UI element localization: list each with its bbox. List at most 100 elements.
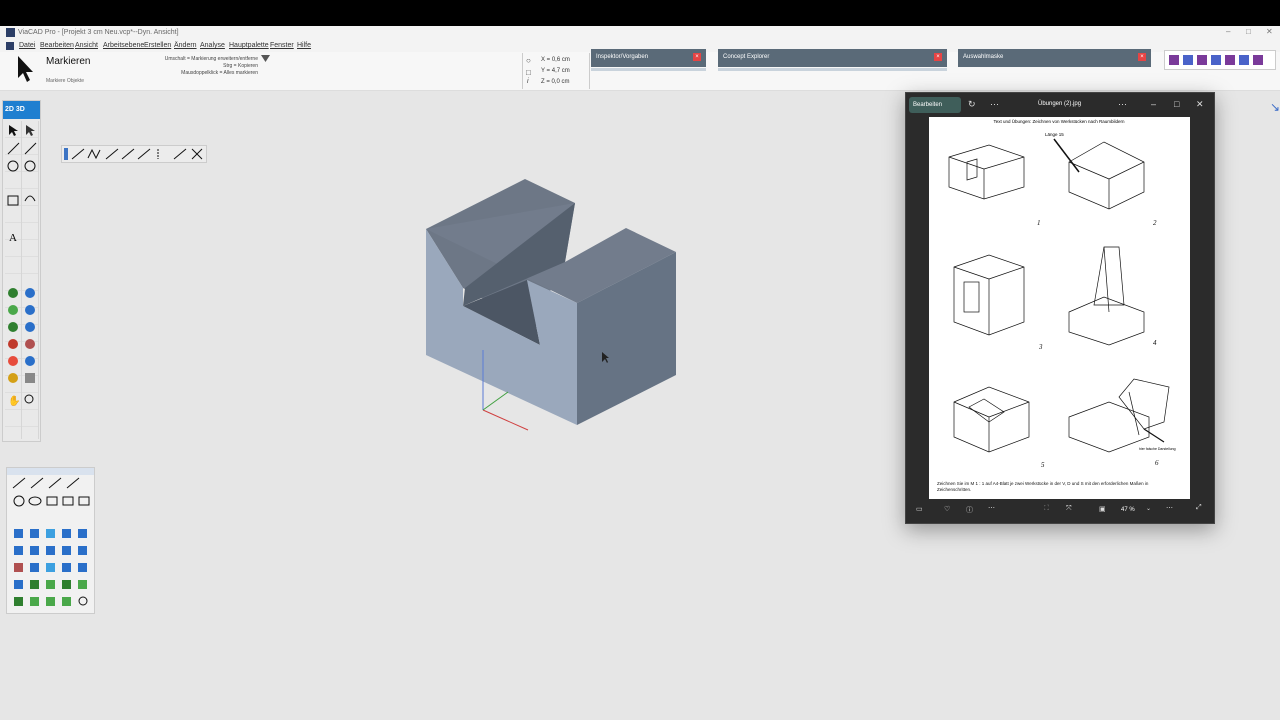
exercise-number-2: 2 — [1153, 219, 1157, 227]
svg-text:✋: ✋ — [8, 394, 20, 407]
snap-circle-icon[interactable]: ○ — [526, 56, 531, 65]
photo-filename: Übungen (2).jpg — [1038, 101, 1082, 107]
info-icon[interactable]: i — [527, 78, 529, 85]
doc-callout-top: Länge 15 — [1045, 132, 1064, 137]
drawing-2 — [1053, 138, 1145, 210]
drawing-3 — [953, 254, 1025, 336]
svg-text:A: A — [9, 232, 17, 244]
title-bar: ViaCAD Pro - [Projekt 3 cm Neu.vcp*--Dyn… — [0, 26, 1280, 40]
drawing-1 — [948, 144, 1025, 200]
axis-x — [482, 409, 529, 431]
coordinate-panel: ○ □ i X = 0,6 cm Y = 4,7 cm Z = 0,0 cm — [522, 53, 590, 89]
filmstrip-icon[interactable]: ▭ — [916, 505, 923, 513]
dropdown-arrow-icon[interactable] — [261, 55, 270, 63]
snap-square-icon[interactable]: □ — [526, 68, 531, 77]
mode-2d3d-header[interactable]: 2D 3D — [3, 101, 40, 119]
solid-tools-palette — [6, 467, 95, 614]
coord-z: Z = 0,0 cm — [541, 79, 570, 85]
axis-y — [482, 391, 509, 411]
u-block-solid[interactable] — [426, 179, 676, 425]
menu-analyse[interactable]: Analyse — [200, 42, 225, 49]
palette-inspektor[interactable]: Inspektor/Vorgaben × — [591, 49, 706, 71]
fullscreen-icon[interactable]: ⤢ — [1196, 504, 1202, 512]
photo-minimize-button[interactable]: – — [1151, 99, 1156, 109]
coord-y: Y = 4,7 cm — [541, 68, 570, 74]
menu-hauptpalette[interactable]: Hauptpalette — [229, 42, 269, 49]
palette-inspektor-strip — [591, 68, 706, 71]
select-arrow-icon[interactable] — [14, 54, 36, 84]
solid-tools-header — [7, 468, 94, 475]
view-toolbar — [1164, 50, 1276, 70]
exercise-number-1: 1 — [1037, 219, 1041, 227]
doc-title: Text und Übungen: Zeichnen von Werkstück… — [994, 118, 1125, 124]
actual-size-icon[interactable]: ▣ — [1099, 505, 1106, 513]
palette-concept-strip — [718, 68, 947, 71]
drawing-5 — [953, 386, 1030, 453]
hint-shift: Umschalt = Markierung erweitern/entferne — [164, 56, 258, 62]
photo-viewer-window: Bearbeiten ↻ ⋯ Übungen (2).jpg ⋯ – □ ✕ T… — [905, 92, 1215, 524]
crop-icon[interactable]: ⛶ — [1044, 505, 1049, 513]
more-options-icon[interactable]: ⋯ — [990, 99, 999, 110]
favorite-icon[interactable]: ♡ — [944, 505, 950, 513]
drawing-4 — [1068, 246, 1145, 346]
drawing-6 — [1068, 378, 1170, 453]
edit-button[interactable]: Bearbeiten — [909, 97, 961, 113]
zoom-level[interactable]: 47 % — [1121, 507, 1135, 513]
menu-hilfe[interactable]: Hilfe — [297, 42, 311, 49]
menu-datei[interactable]: Datei — [19, 42, 35, 49]
palette-concept-close-icon[interactable]: × — [934, 53, 942, 61]
palette-concept-explorer[interactable]: Concept Explorer × — [718, 49, 947, 71]
close-button[interactable]: ✕ — [1266, 27, 1273, 36]
menu-arbeitsebene[interactable]: Arbeitsebene — [103, 42, 144, 49]
tool-name: Markieren — [46, 56, 91, 67]
exercise-number-3: 3 — [1038, 343, 1043, 351]
exercise-sheet: Text und Übungen: Zeichnen von Werkstück… — [948, 118, 1176, 469]
edit-button-label: Bearbeiten — [913, 102, 943, 108]
line-tools-floating-bar — [61, 145, 207, 163]
info-icon[interactable]: ⓘ — [966, 505, 973, 515]
left-toolbar: 2D 3D A ✋ — [2, 100, 41, 442]
rotate-icon[interactable]: ↻ — [968, 99, 976, 110]
scroll-indicator-icon: ↘ — [1270, 100, 1280, 114]
cad-viewport-model[interactable] — [415, 170, 690, 435]
tool-subtitle: Markiere Objekte — [46, 78, 85, 84]
more-icon-2[interactable]: ⋯ — [1166, 504, 1173, 512]
view-tool-icons[interactable] — [1165, 51, 1275, 69]
menu-bearbeiten[interactable]: Bearbeiten — [40, 42, 74, 49]
exercise-number-4: 4 — [1153, 339, 1157, 347]
window-title: ViaCAD Pro - [Projekt 3 cm Neu.vcp*--Dyn… — [18, 29, 179, 36]
zoom-dropdown-icon[interactable]: ⌄ — [1146, 505, 1151, 512]
top-black-bar — [0, 0, 1280, 26]
palette-auswahl-close-icon[interactable]: × — [1138, 53, 1146, 61]
doc-icon — [6, 42, 14, 50]
palette-concept-label: Concept Explorer — [723, 54, 770, 60]
solid-tool-icons[interactable] — [11, 476, 91, 611]
hint-ctrl: Strg = Kopieren — [223, 63, 258, 69]
fit-icon[interactable]: ⤧ — [1066, 505, 1072, 513]
maximize-button[interactable]: □ — [1246, 27, 1251, 36]
tool-icons[interactable]: A ✋ — [5, 121, 39, 439]
doc-footer: Zeichnen Sie im M 1 : 1 auf A4-Blatt je … — [937, 481, 1149, 492]
palette-auswahl-label: Auswahlmaske — [963, 54, 1004, 60]
photo-document: Text und Übungen: Zeichnen von Werkstück… — [929, 117, 1190, 499]
coord-x: X = 0,6 cm — [541, 57, 570, 63]
photo-viewer-bottombar: ▭ ♡ ⓘ ⋯ ⛶ ⤧ ▣ 47 % ⌄ ⋯ ⤢ — [906, 499, 1214, 523]
palette-inspektor-close-icon[interactable]: × — [693, 53, 701, 61]
app-icon — [6, 28, 15, 37]
menu-ansicht[interactable]: Ansicht — [75, 42, 98, 49]
photo-maximize-button[interactable]: □ — [1174, 99, 1179, 109]
palette-auswahlmaske[interactable]: Auswahlmaske × — [958, 49, 1151, 67]
hint-doubleclick: Mausdoppelklick = Alles markieren — [181, 70, 258, 76]
photo-close-button[interactable]: ✕ — [1196, 99, 1204, 110]
menu-fenster[interactable]: Fenster — [270, 42, 294, 49]
line-tool-icons[interactable] — [62, 146, 206, 162]
more-icon[interactable]: ⋯ — [988, 504, 995, 512]
exercise-number-5: 5 — [1041, 461, 1045, 469]
exercise-number-6: 6 — [1155, 459, 1159, 467]
more-options-icon-2[interactable]: ⋯ — [1118, 99, 1127, 110]
palette-inspektor-label: Inspektor/Vorgaben — [596, 54, 649, 60]
menu-erstellen[interactable]: Erstellen — [144, 42, 171, 49]
minimize-button[interactable]: – — [1226, 27, 1230, 36]
photo-viewer-toolbar: Bearbeiten ↻ ⋯ Übungen (2).jpg ⋯ – □ ✕ — [906, 93, 1214, 117]
menu-aendern[interactable]: Ändern — [174, 42, 197, 49]
